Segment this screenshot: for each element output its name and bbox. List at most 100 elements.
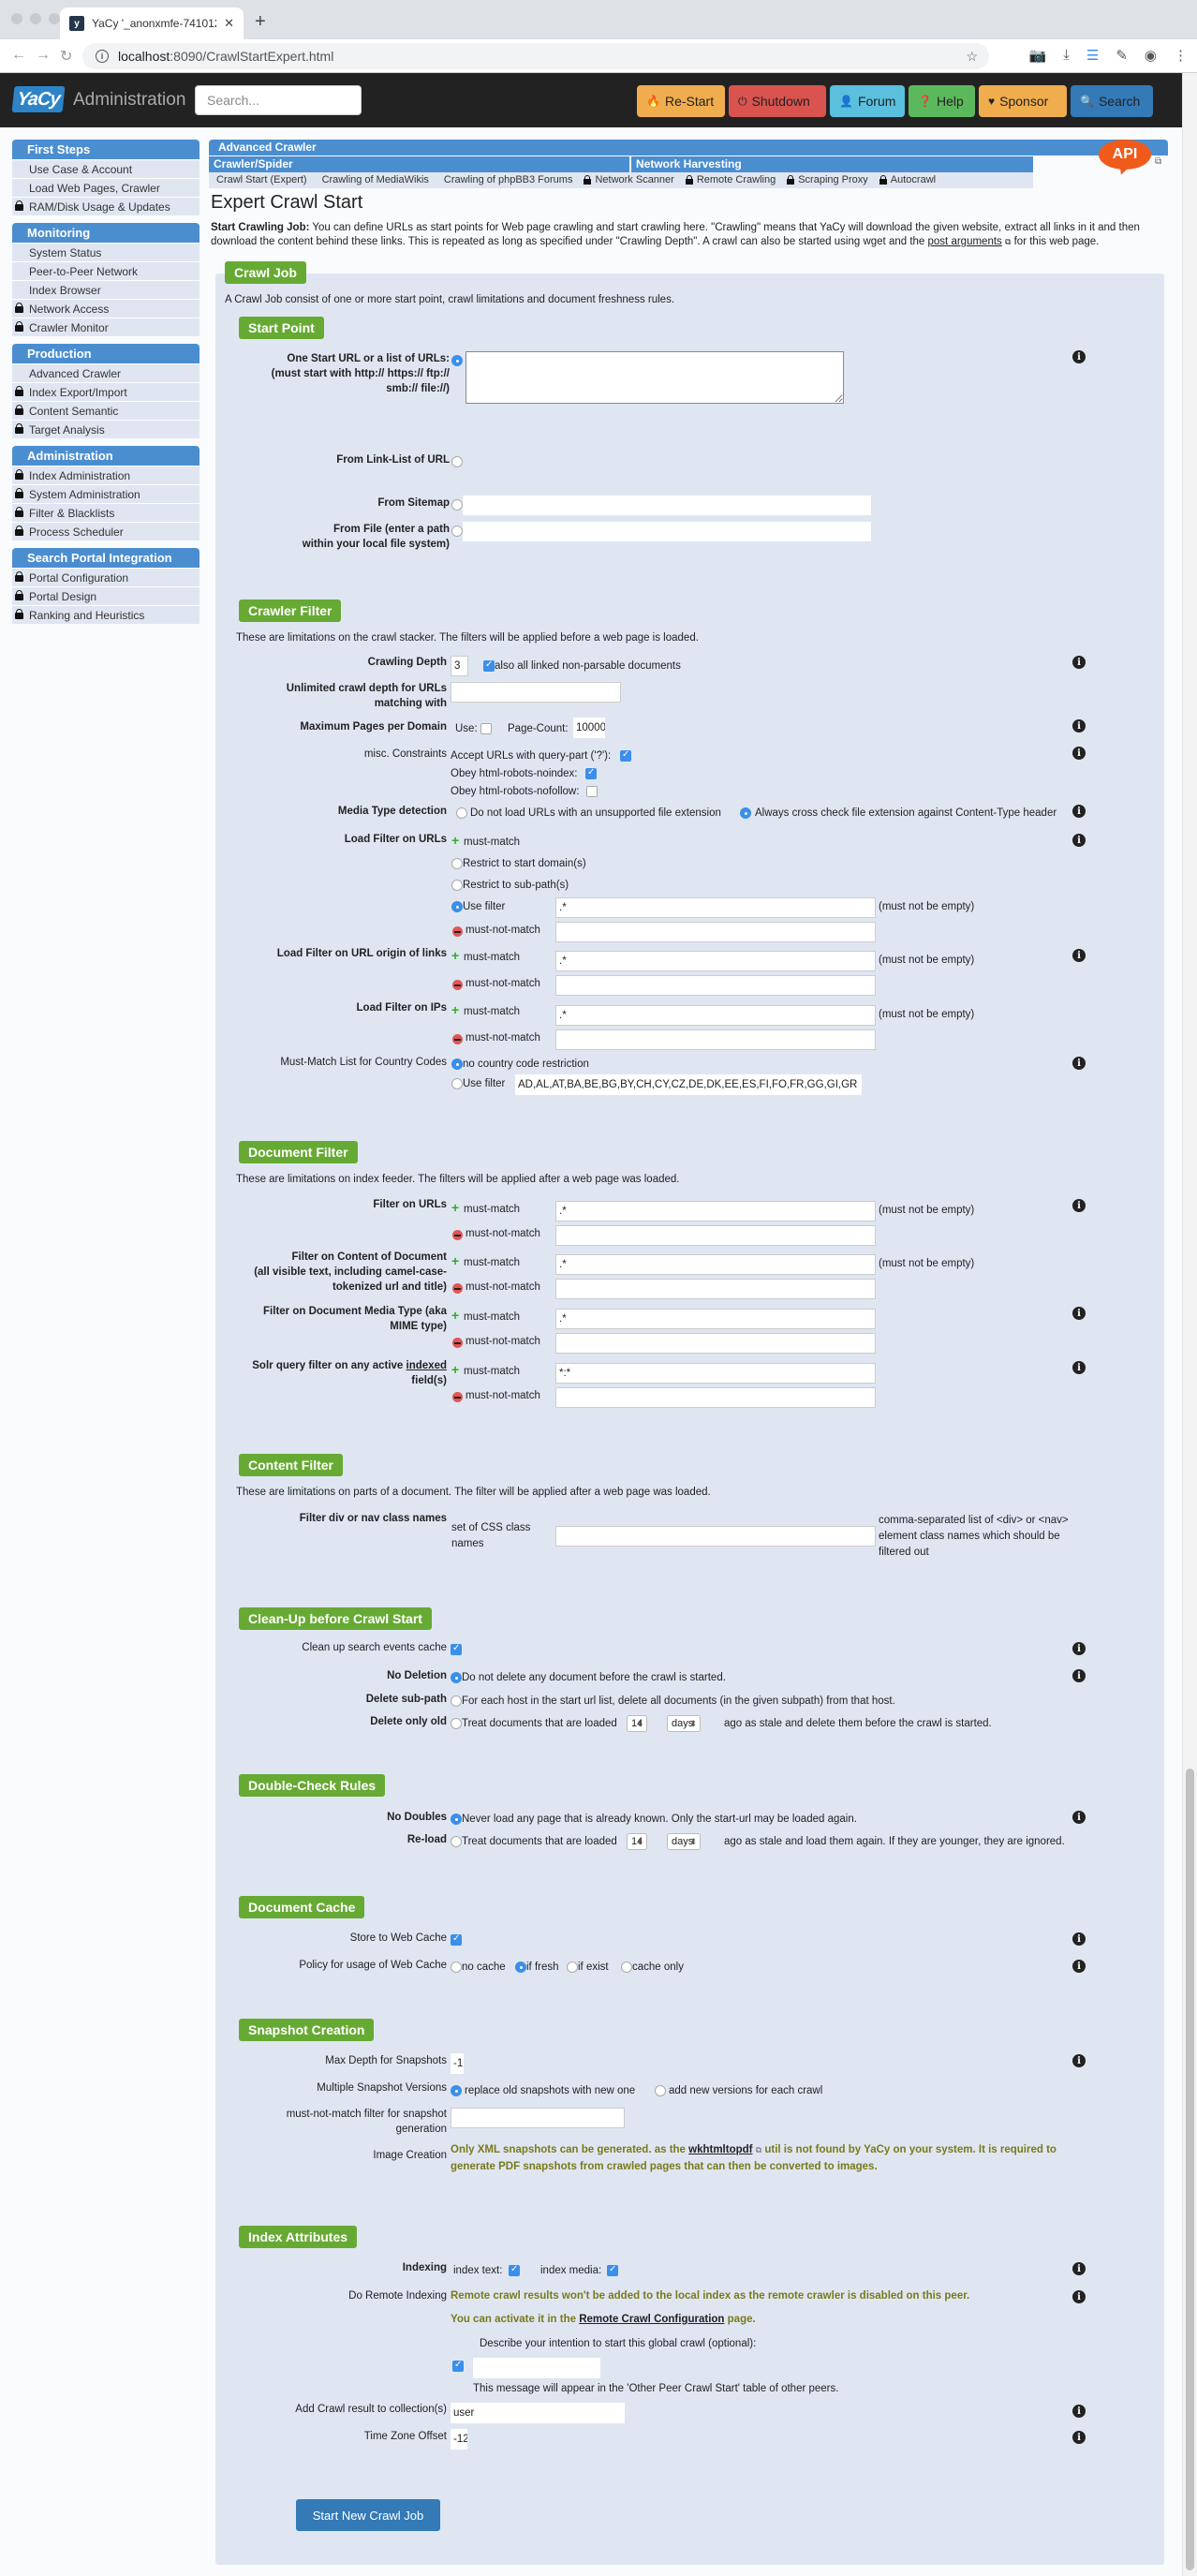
load-must-match-input[interactable] — [555, 897, 876, 918]
new-tab-button[interactable]: + — [255, 11, 266, 33]
info-icon[interactable]: i — [1072, 747, 1086, 760]
profile-icon[interactable]: ◉ — [1145, 47, 1157, 64]
origin-must-not-match-input[interactable] — [555, 975, 876, 996]
reload-unit-select[interactable]: days — [667, 1833, 701, 1850]
info-icon[interactable]: i — [1072, 350, 1086, 363]
subnav-link[interactable]: Network Scanner — [580, 172, 681, 188]
sidebar-item[interactable]: Advanced Crawler — [12, 363, 200, 382]
sidebar-item[interactable]: Target Analysis — [12, 420, 200, 438]
subnav-link[interactable]: Crawling of phpBB3 Forums — [436, 172, 581, 188]
browser-tab[interactable]: y YaCy '_anonxmfe-74101261-14 ✕ — [60, 7, 244, 39]
cache-policy-radio[interactable] — [451, 1962, 462, 1973]
bookmark-star-icon[interactable]: ☆ — [966, 49, 978, 65]
doc-url-must-match-input[interactable] — [555, 1201, 876, 1221]
info-icon[interactable]: i — [1072, 656, 1086, 669]
use-filter-radio[interactable] — [451, 901, 463, 912]
reload-icon[interactable]: ↻ — [60, 47, 72, 66]
sidebar-item[interactable]: Portal Configuration — [12, 568, 200, 586]
address-bar[interactable]: i localhost:8090/CrawlStartExpert.html ☆ — [82, 43, 989, 69]
origin-must-match-input[interactable] — [555, 951, 876, 971]
replace-snapshots-radio[interactable] — [451, 2085, 462, 2096]
doc-url-must-not-match-input[interactable] — [555, 1225, 876, 1246]
ip-must-match-input[interactable] — [555, 1005, 876, 1026]
info-icon[interactable]: i — [1072, 2054, 1086, 2067]
sidebar-item[interactable]: System Administration — [12, 484, 200, 503]
delete-subpath-radio[interactable] — [451, 1695, 462, 1707]
site-info-icon[interactable]: i — [96, 50, 109, 63]
doc-content-must-not-match-input[interactable] — [555, 1279, 876, 1299]
snapshot-mnm-input[interactable] — [451, 2108, 625, 2128]
sponsor-button[interactable]: ♥ Sponsor — [979, 85, 1067, 117]
unlimited-depth-input[interactable] — [451, 682, 621, 703]
subnav-link[interactable]: Remote Crawling — [682, 172, 783, 188]
sidebar-item[interactable]: Index Export/Import — [12, 382, 200, 401]
help-button[interactable]: ❓ Help — [909, 85, 975, 117]
subnav-link[interactable]: Crawling of MediaWikis — [315, 172, 436, 188]
sidebar-item[interactable]: Filter & Blacklists — [12, 503, 200, 522]
sidebar-item[interactable]: Network Access — [12, 299, 200, 318]
crawling-depth-input[interactable] — [451, 656, 468, 676]
accept-query-checkbox[interactable] — [620, 749, 631, 762]
no-doubles-radio[interactable] — [451, 1814, 462, 1825]
scrollbar-thumb[interactable] — [1186, 1769, 1194, 2570]
info-icon[interactable]: i — [1072, 1811, 1086, 1824]
cache-policy-radio[interactable] — [621, 1962, 632, 1973]
info-icon[interactable]: i — [1072, 1932, 1086, 1946]
info-icon[interactable]: i — [1072, 1669, 1086, 1682]
linklist-radio[interactable] — [451, 456, 463, 467]
sidebar-item[interactable]: Ranking and Heuristics — [12, 605, 200, 624]
info-icon[interactable]: i — [1072, 1307, 1086, 1320]
sidebar-item[interactable]: Process Scheduler — [12, 522, 200, 540]
info-icon[interactable]: i — [1072, 949, 1086, 962]
reload-number-select[interactable]: 14 — [627, 1833, 647, 1850]
country-use-filter-radio[interactable] — [451, 1078, 463, 1089]
shutdown-button[interactable]: ⏻ Shutdown — [729, 85, 826, 117]
restrict-domain-radio[interactable] — [451, 858, 463, 869]
external-link-icon[interactable]: ⧉ — [1155, 156, 1161, 167]
clean-cache-checkbox[interactable] — [451, 1643, 462, 1655]
max-pages-use-checkbox[interactable] — [480, 723, 492, 734]
sidebar-item[interactable]: Index Administration — [12, 466, 200, 484]
cache-policy-radio[interactable] — [515, 1962, 526, 1973]
page-count-input[interactable] — [573, 718, 605, 738]
solr-must-not-match-input[interactable] — [555, 1387, 876, 1408]
remote-crawl-config-link[interactable]: Remote Crawl Configuration — [579, 2314, 724, 2325]
info-icon[interactable]: i — [1072, 1057, 1086, 1070]
load-must-not-match-input[interactable] — [555, 922, 876, 942]
sitemap-radio[interactable] — [451, 499, 463, 511]
page-scrollbar[interactable] — [1182, 73, 1197, 2576]
sidebar-item[interactable]: RAM/Disk Usage & Updates — [12, 197, 200, 215]
delete-old-radio[interactable] — [451, 1718, 462, 1729]
info-icon[interactable]: i — [1072, 834, 1086, 847]
sidebar-item[interactable]: Portal Design — [12, 586, 200, 605]
nonparsable-checkbox[interactable] — [483, 659, 495, 672]
media-type-radio-2[interactable] — [740, 807, 751, 819]
sidebar-item[interactable]: System Status — [12, 243, 200, 261]
index-text-checkbox[interactable] — [509, 2264, 520, 2276]
camera-icon[interactable]: 📷 — [1029, 47, 1047, 64]
info-icon[interactable]: i — [1072, 2262, 1086, 2275]
search-button[interactable]: 🔍 Search — [1071, 85, 1153, 117]
timezone-input[interactable] — [451, 2429, 467, 2450]
post-arguments-link[interactable]: post arguments — [928, 236, 1002, 247]
media-type-radio-1[interactable] — [456, 807, 467, 819]
store-cache-checkbox[interactable] — [451, 1933, 462, 1946]
info-icon[interactable]: i — [1072, 2290, 1086, 2303]
window-controls[interactable] — [11, 13, 60, 24]
sidebar-item[interactable]: Crawler Monitor — [12, 318, 200, 336]
yacy-logo[interactable]: YaCy — [11, 86, 66, 112]
database-extension-icon[interactable]: ☰ — [1086, 47, 1099, 64]
info-icon[interactable]: i — [1072, 2431, 1086, 2444]
subnav-link[interactable]: Scraping Proxy — [783, 172, 876, 188]
sidebar-item[interactable]: Content Semantic — [12, 401, 200, 420]
info-icon[interactable]: i — [1072, 1361, 1086, 1374]
no-deletion-radio[interactable] — [451, 1672, 462, 1683]
sitemap-input[interactable] — [463, 496, 871, 515]
doc-mime-must-match-input[interactable] — [555, 1309, 876, 1329]
forward-icon[interactable]: → — [36, 47, 51, 64]
max-depth-snapshots-input[interactable] — [451, 2053, 464, 2074]
class-names-input[interactable] — [555, 1526, 876, 1547]
sidebar-item[interactable]: Index Browser — [12, 280, 200, 299]
close-tab-icon[interactable]: ✕ — [224, 16, 234, 31]
sidebar-item[interactable]: Use Case & Account — [12, 159, 200, 178]
